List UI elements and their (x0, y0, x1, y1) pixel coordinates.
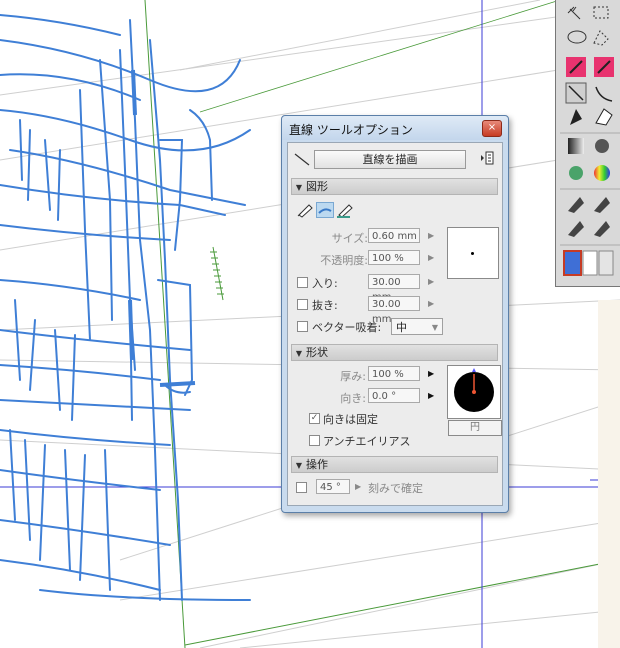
ruler-mark (210, 246, 224, 301)
blur-icon (595, 139, 609, 153)
direction-spin-icon[interactable]: ▶ (428, 391, 434, 400)
angle-step-checkbox[interactable] (296, 482, 307, 493)
pen-d-icon (594, 221, 610, 237)
close-button[interactable]: × (482, 120, 502, 137)
panel-menu-icon[interactable] (480, 151, 494, 165)
size-label: サイズ: (331, 232, 368, 245)
angle-spin-icon[interactable]: ▶ (355, 482, 361, 491)
pen-c-icon (568, 221, 584, 237)
draw-line-button[interactable]: 直線を描画 (314, 150, 466, 169)
marker-shape-icon[interactable] (336, 202, 354, 218)
lasso-icon (567, 30, 587, 44)
section-operation-label: 操作 (306, 458, 328, 471)
window-title: 直線 ツールオプション (289, 123, 413, 137)
sketch-strokes (0, 14, 251, 601)
fill-tool-icon (570, 109, 582, 125)
opacity-field[interactable]: 100 % (368, 250, 420, 265)
tool-palette-icons (560, 6, 620, 276)
eraser-tool-icon (595, 108, 613, 126)
opacity-label: 不透明度: (320, 254, 368, 267)
tool-options-window: 直線 ツールオプション × 直線を描画 ▼ 図形 サイズ: 0.60 mm ▶ … (281, 115, 509, 513)
thickness-field[interactable]: 100 % (368, 366, 420, 381)
taper-out-label: 抜き: (312, 299, 338, 312)
section-form-label: 形状 (306, 346, 328, 359)
collapse-triangle-icon: ▼ (295, 461, 303, 470)
transparent-swatch (598, 250, 614, 276)
chevron-down-icon: ▼ (431, 323, 438, 332)
taper-in-field[interactable]: 30.00 mm (368, 274, 420, 303)
vector-snap-checkbox[interactable] (297, 321, 308, 332)
line-tool-icon (294, 153, 310, 166)
brush-size-preview (447, 227, 499, 279)
section-operation-header[interactable]: ▼ 操作 (291, 456, 498, 473)
taper-out-field[interactable]: 30.00 mm (368, 296, 420, 325)
taper-in-checkbox[interactable] (297, 277, 308, 288)
pen-b-icon (594, 197, 610, 213)
color-wheel-icon (594, 165, 610, 181)
section-shape-label: 図形 (306, 180, 328, 193)
taper-in-label: 入り: (312, 277, 338, 290)
section-form-header[interactable]: ▼ 形状 (291, 344, 498, 361)
brush-shape-icon[interactable] (316, 202, 334, 218)
taper-out-checkbox[interactable] (297, 299, 308, 310)
size-field[interactable]: 0.60 mm (368, 228, 420, 243)
vector-snap-label: ベクター吸着: (312, 321, 382, 334)
angle-step-label: 刻みで確定 (368, 482, 423, 495)
shape-circle-button[interactable]: 円 (448, 420, 502, 436)
direction-label: 向き: (340, 392, 366, 405)
opacity-spin-icon[interactable]: ▶ (428, 253, 434, 262)
vector-snap-select[interactable]: 中 ▼ (391, 318, 443, 335)
brush-shape-preview: 円 (447, 365, 502, 436)
size-preview-dot (471, 252, 474, 255)
circle-brush-icon (454, 368, 494, 412)
color-mix-icon (569, 166, 583, 180)
fixed-direction-checkbox[interactable]: ✓ (309, 413, 320, 424)
direction-field[interactable]: 0.0 ° (368, 388, 420, 403)
pen-shape-icon[interactable] (296, 202, 314, 218)
tool-palette (555, 0, 620, 287)
main-color-swatch (563, 250, 582, 276)
taper-in-spin-icon[interactable]: ▶ (428, 277, 434, 286)
sub-color-swatch (582, 250, 598, 276)
fixed-direction-label: 向きは固定 (323, 413, 378, 426)
angle-step-field[interactable]: 45 ° (316, 479, 350, 494)
magic-wand-icon (567, 6, 581, 20)
options-panel: 直線を描画 ▼ 図形 サイズ: 0.60 mm ▶ 不透明度: 100 % ▶ 入… (287, 142, 503, 506)
taper-out-spin-icon[interactable]: ▶ (428, 299, 434, 308)
polyline-select-icon (593, 30, 609, 46)
size-spin-icon[interactable]: ▶ (428, 231, 434, 240)
rect-select-icon (593, 6, 609, 19)
thickness-spin-icon[interactable]: ▶ (428, 369, 434, 378)
vector-snap-value: 中 (396, 321, 407, 334)
antialias-label: アンチエイリアス (323, 435, 411, 448)
thickness-label: 厚み: (340, 370, 366, 383)
title-bar[interactable]: 直線 ツールオプション × (282, 116, 508, 140)
curve-tool-icon (595, 86, 613, 102)
antialias-checkbox[interactable] (309, 435, 320, 446)
collapse-triangle-icon: ▼ (295, 183, 303, 192)
side-panel-edge (598, 300, 620, 648)
pen-a-icon (568, 197, 584, 213)
collapse-triangle-icon: ▼ (295, 349, 303, 358)
section-shape-header[interactable]: ▼ 図形 (291, 178, 498, 195)
gradient-icon (568, 138, 584, 154)
